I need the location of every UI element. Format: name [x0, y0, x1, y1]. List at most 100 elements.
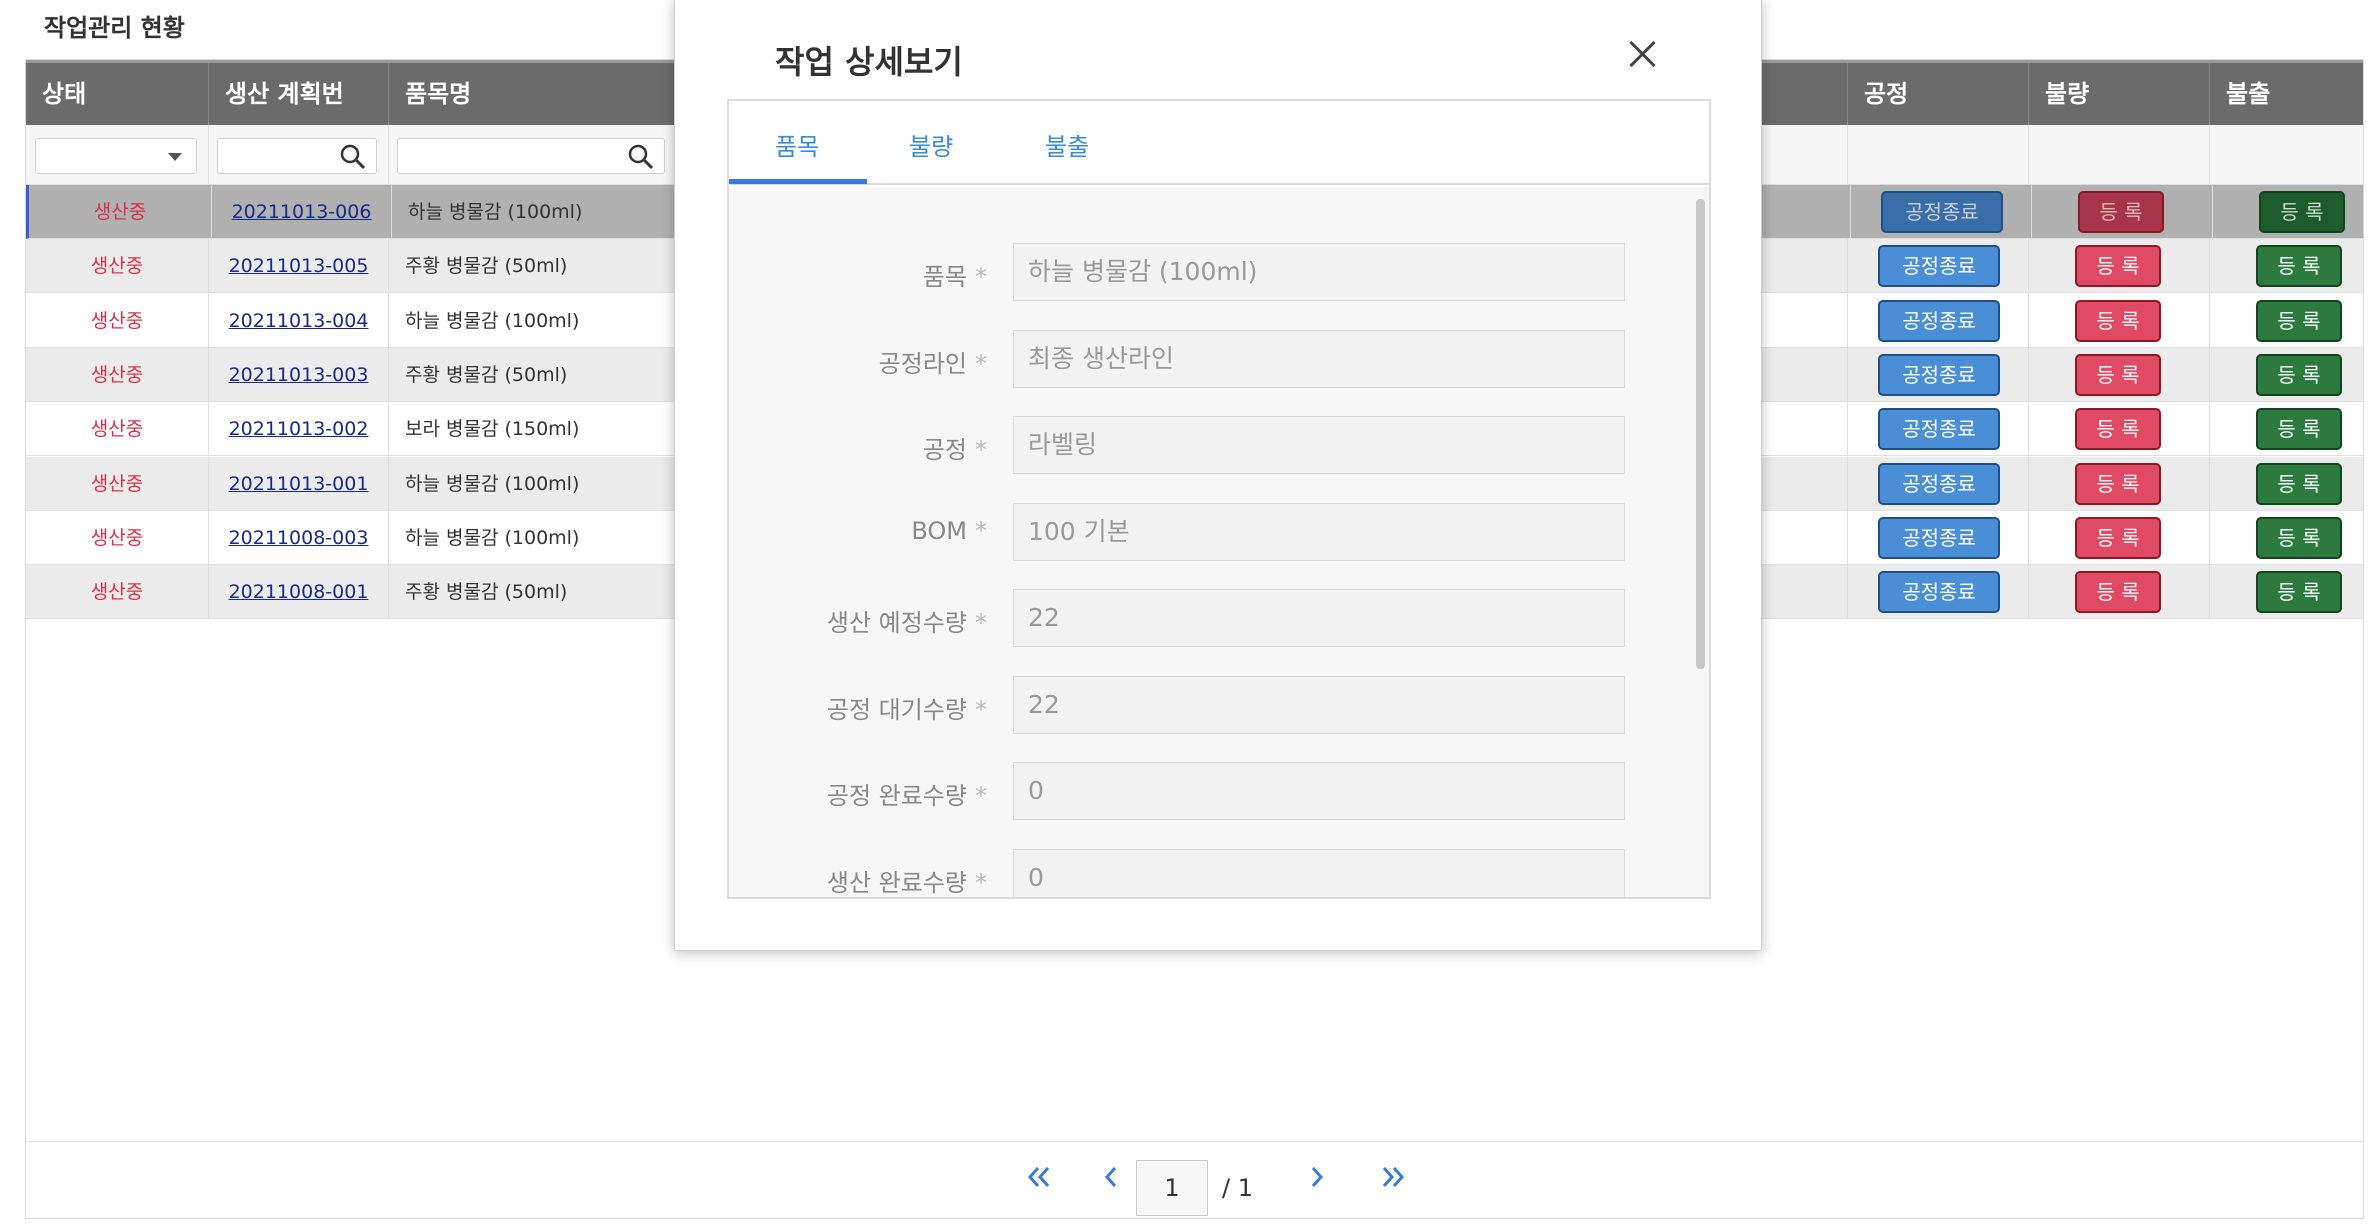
- field-value[interactable]: 0: [1013, 762, 1625, 820]
- status-cell: 생산중: [26, 293, 209, 348]
- required-mark: *: [975, 695, 987, 724]
- release-register-button[interactable]: 등 록: [2256, 516, 2342, 559]
- plan-number-link[interactable]: 20211013-002: [229, 418, 369, 440]
- defect-register-button[interactable]: 등 록: [2078, 191, 2164, 233]
- plan-filter-input[interactable]: [217, 138, 377, 174]
- release-register-button[interactable]: 등 록: [2256, 408, 2342, 451]
- release-register-button[interactable]: 등 록: [2256, 299, 2342, 342]
- release-register-button[interactable]: 등 록: [2256, 571, 2342, 614]
- last-page-icon[interactable]: [1380, 1164, 1406, 1190]
- form-row: 공정라인 * 최종 생산라인: [729, 329, 1709, 390]
- field-label: 공정라인: [878, 349, 967, 378]
- required-mark: *: [975, 609, 987, 637]
- field-label: 공정: [922, 436, 967, 464]
- end-process-button[interactable]: 공정종료: [1878, 245, 2000, 288]
- required-mark: *: [975, 516, 987, 545]
- end-process-button[interactable]: 공정종료: [1878, 408, 2000, 451]
- form-row: BOM * 100 기본: [729, 502, 1709, 563]
- item-filter-input[interactable]: [397, 138, 665, 174]
- required-mark: *: [975, 436, 987, 464]
- status-cell: 생산중: [26, 510, 209, 565]
- field-value[interactable]: 하늘 병물감 (100ml): [1013, 243, 1625, 301]
- field-value[interactable]: 최종 생산라인: [1013, 329, 1625, 388]
- status-cell: 생산중: [26, 565, 209, 620]
- active-tab-indicator: [729, 179, 867, 184]
- end-process-button[interactable]: 공정종료: [1878, 571, 2000, 614]
- release-register-button[interactable]: 등 록: [2259, 191, 2345, 233]
- status-cell: 생산중: [26, 402, 209, 457]
- work-detail-modal: 작업 상세보기 품목 불량 불출 품목 * 하늘 병물감 (100ml) 공정라인 * 최…: [674, 0, 1762, 951]
- defect-register-button[interactable]: 등 록: [2075, 571, 2161, 614]
- field-value[interactable]: 22: [1013, 589, 1625, 647]
- field-label: 품목: [922, 263, 967, 291]
- plan-number-link[interactable]: 20211008-001: [229, 581, 369, 603]
- release-register-button[interactable]: 등 록: [2256, 462, 2342, 505]
- form-row: 공정 대기수량 * 22: [729, 675, 1709, 736]
- scrollbar[interactable]: [1696, 199, 1705, 669]
- col-header-status[interactable]: 상태: [26, 63, 209, 125]
- col-header-plan[interactable]: 생산 계획번: [209, 63, 389, 125]
- status-cell: 생산중: [29, 185, 212, 239]
- defect-register-button[interactable]: 등 록: [2075, 299, 2161, 342]
- field-label: 생산 예정수량: [826, 609, 967, 637]
- field-label: 공정 대기수량: [826, 695, 967, 724]
- col-header-release[interactable]: 불출: [2210, 63, 2365, 125]
- status-filter-select[interactable]: [35, 138, 197, 174]
- col-header-process[interactable]: 공정: [1848, 63, 2029, 125]
- required-mark: *: [975, 263, 987, 291]
- plan-number-link[interactable]: 20211013-001: [229, 473, 369, 495]
- page-number-input[interactable]: 1: [1136, 1160, 1208, 1216]
- field-value[interactable]: 0: [1013, 848, 1625, 897]
- modal-tab-bar: 품목 불량 불출: [729, 101, 1709, 185]
- prev-page-icon[interactable]: [1102, 1164, 1120, 1190]
- plan-number-link[interactable]: 20211013-006: [232, 201, 372, 223]
- pagination: 1 / 1: [26, 1141, 2363, 1219]
- first-page-icon[interactable]: [1026, 1164, 1052, 1190]
- required-mark: *: [975, 868, 987, 897]
- modal-title: 작업 상세보기: [775, 43, 963, 81]
- field-label: 공정 완료수량: [826, 782, 967, 810]
- field-label: 생산 완료수량: [826, 868, 967, 897]
- next-page-icon[interactable]: [1308, 1164, 1326, 1190]
- col-header-defect[interactable]: 불량: [2029, 63, 2210, 125]
- form-row: 품목 * 하늘 병물감 (100ml): [729, 243, 1709, 303]
- end-process-button[interactable]: 공정종료: [1878, 462, 2000, 505]
- defect-register-button[interactable]: 등 록: [2075, 462, 2161, 505]
- plan-number-link[interactable]: 20211008-003: [229, 527, 369, 549]
- form-row: 공정 완료수량 * 0: [729, 762, 1709, 822]
- status-cell: 생산중: [26, 239, 209, 294]
- tab-release[interactable]: 불출: [1045, 127, 1089, 162]
- required-mark: *: [975, 349, 987, 378]
- required-mark: *: [975, 782, 987, 810]
- plan-number-link[interactable]: 20211013-003: [229, 364, 369, 386]
- field-value[interactable]: 22: [1013, 675, 1625, 734]
- search-icon[interactable]: [340, 144, 366, 170]
- end-process-button[interactable]: 공정종료: [1878, 353, 2000, 396]
- end-process-button[interactable]: 공정종료: [1881, 191, 2003, 233]
- tab-item[interactable]: 품목: [775, 127, 819, 162]
- modal-tab-panel: 품목 불량 불출 품목 * 하늘 병물감 (100ml) 공정라인 * 최종 생산라인 공정…: [727, 99, 1711, 899]
- field-label: BOM: [911, 516, 967, 545]
- field-value[interactable]: 라벨링: [1013, 416, 1625, 474]
- status-cell: 생산중: [26, 456, 209, 511]
- form-row: 생산 완료수량 * 0: [729, 848, 1709, 897]
- defect-register-button[interactable]: 등 록: [2075, 516, 2161, 559]
- defect-register-button[interactable]: 등 록: [2075, 408, 2161, 451]
- plan-number-link[interactable]: 20211013-004: [229, 310, 369, 332]
- close-icon[interactable]: [1627, 39, 1657, 69]
- search-icon[interactable]: [628, 144, 654, 170]
- page-total: / 1: [1222, 1174, 1253, 1202]
- plan-number-link[interactable]: 20211013-005: [229, 255, 369, 277]
- form-row: 공정 * 라벨링: [729, 416, 1709, 476]
- end-process-button[interactable]: 공정종료: [1878, 516, 2000, 559]
- defect-register-button[interactable]: 등 록: [2075, 245, 2161, 288]
- field-value[interactable]: 100 기본: [1013, 502, 1625, 561]
- page-title: 작업관리 현황: [44, 14, 185, 42]
- release-register-button[interactable]: 등 록: [2256, 245, 2342, 288]
- end-process-button[interactable]: 공정종료: [1878, 299, 2000, 342]
- form-row: 생산 예정수량 * 22: [729, 589, 1709, 649]
- defect-register-button[interactable]: 등 록: [2075, 353, 2161, 396]
- detail-form: 품목 * 하늘 병물감 (100ml) 공정라인 * 최종 생산라인공정 * 라벨링 BOM * 1…: [729, 187, 1709, 897]
- tab-defect[interactable]: 불량: [909, 127, 953, 162]
- release-register-button[interactable]: 등 록: [2256, 353, 2342, 396]
